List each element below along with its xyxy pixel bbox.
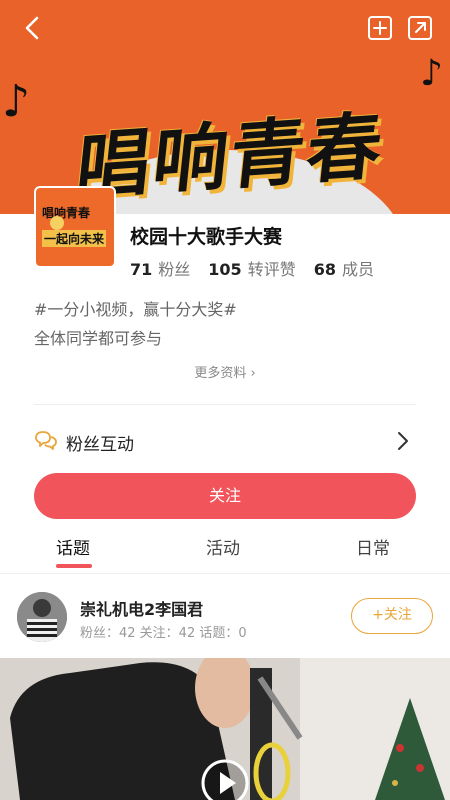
music-note-icon: ♪ xyxy=(420,53,443,94)
interactions-count[interactable]: 105 xyxy=(208,260,241,279)
more-info-label: 更多资料 xyxy=(194,366,247,381)
avatar-line2: 一起向未来 xyxy=(42,230,107,247)
author-name[interactable]: 崇礼机电2李国君 xyxy=(80,596,203,620)
author-avatar[interactable] xyxy=(17,592,67,642)
share-square-icon[interactable] xyxy=(406,14,434,42)
author-stats: 粉丝：42 关注：42 话题：0 xyxy=(80,626,247,641)
page: 唱响青春 ♪ ♪ 唱响青春 一起向未来 校园十大歌手大赛 71 粉丝 105 转… xyxy=(0,0,450,800)
tab-activities[interactable]: 活动 xyxy=(206,534,240,559)
more-info-link[interactable]: 更多资料 › xyxy=(0,362,450,381)
tab-bar: 话题 活动 日常 xyxy=(0,530,450,570)
avatar-image xyxy=(17,592,67,642)
group-description-line2: 全体同学都可参与 xyxy=(34,329,163,348)
group-name: 校园十大歌手大赛 xyxy=(130,226,283,248)
post-header: 崇礼机电2李国君 粉丝：42 关注：42 话题：0 +关注 xyxy=(0,580,450,654)
group-avatar[interactable]: 唱响青春 一起向未来 xyxy=(34,186,116,268)
tab-topics[interactable]: 话题 xyxy=(56,534,90,559)
author-follow-button[interactable]: +关注 xyxy=(351,598,433,634)
group-stats: 71 粉丝 105 转评赞 68 成员 xyxy=(130,256,392,280)
add-square-icon[interactable] xyxy=(366,14,394,42)
interactions-count-label[interactable]: 转评赞 xyxy=(248,256,296,280)
chevron-right-icon xyxy=(398,432,408,450)
post-video-thumbnail[interactable] xyxy=(0,658,450,800)
divider xyxy=(0,573,450,574)
fans-interaction-label: 粉丝互动 xyxy=(66,435,134,455)
group-description-line1: #一分小视频，赢十分大奖# xyxy=(34,300,237,319)
back-chevron-icon[interactable] xyxy=(18,12,50,44)
divider xyxy=(34,404,416,405)
tab-daily[interactable]: 日常 xyxy=(356,534,390,559)
chat-bubbles-icon xyxy=(35,431,57,450)
fans-count-label[interactable]: 粉丝 xyxy=(158,256,190,280)
fans-count[interactable]: 71 xyxy=(130,260,152,279)
avatar-line1: 唱响青春 xyxy=(42,206,91,220)
members-count-label[interactable]: 成员 xyxy=(342,256,374,280)
chevron-right-icon: › xyxy=(250,366,256,381)
members-count[interactable]: 68 xyxy=(314,260,336,279)
fans-interaction-row[interactable]: 粉丝互动 xyxy=(34,424,416,460)
avatar-dot xyxy=(50,216,64,230)
play-circle-icon[interactable] xyxy=(200,758,250,800)
follow-button[interactable]: 关注 xyxy=(34,473,416,519)
music-note-icon: ♪ xyxy=(2,76,31,127)
tab-active-indicator xyxy=(56,564,92,568)
top-bar xyxy=(0,0,450,56)
